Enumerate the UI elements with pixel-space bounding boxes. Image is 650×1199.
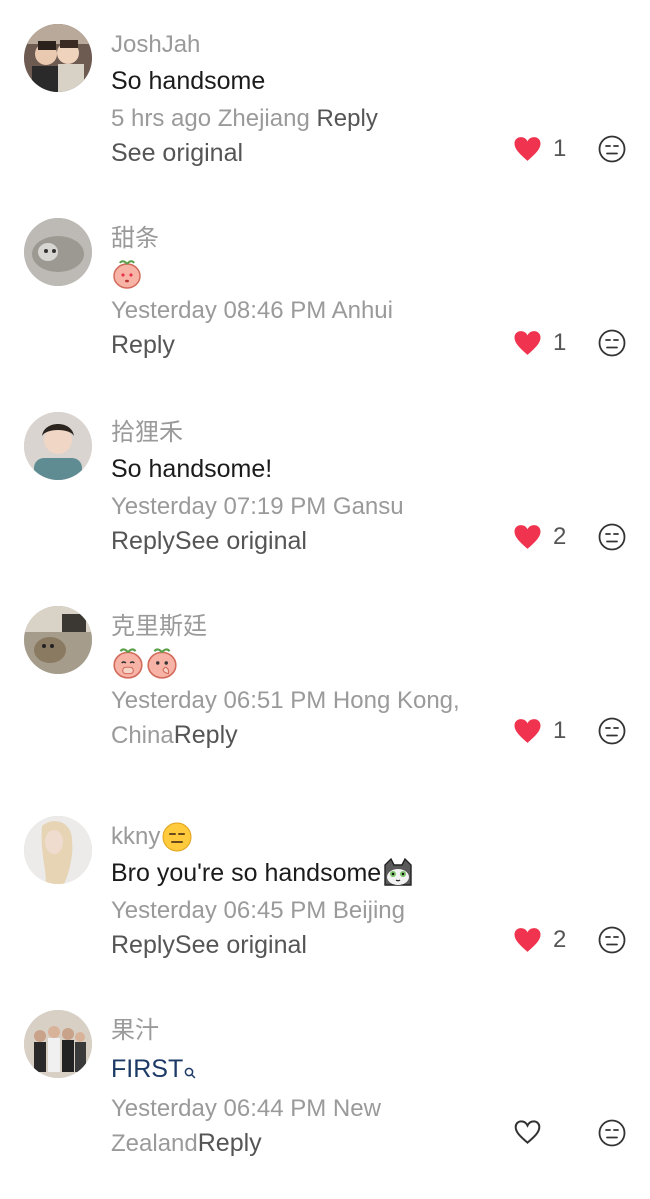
username[interactable]: 拾狸禾 xyxy=(111,418,496,448)
username[interactable]: kkny xyxy=(111,822,160,852)
timestamp-location: Yesterday 06:45 PM Beijing xyxy=(111,897,405,924)
comment-text xyxy=(111,646,496,680)
peach-sticker-icon xyxy=(111,258,143,290)
comment-text: So handsome xyxy=(111,67,266,95)
see-original-link[interactable]: See original xyxy=(111,139,243,167)
timestamp-location: Yesterday 07:19 PM Gansu xyxy=(111,493,404,520)
timestamp-location-cont: Zealand xyxy=(111,1130,198,1157)
like-count: 2 xyxy=(553,926,567,953)
meh-face-icon[interactable] xyxy=(598,135,626,163)
heart-icon xyxy=(513,136,542,162)
expressionless-emoji-icon xyxy=(162,822,192,852)
reply-button[interactable]: Reply xyxy=(111,331,175,359)
cat-sticker-icon xyxy=(381,857,415,889)
avatar[interactable] xyxy=(24,218,92,286)
peach-sticker-icon xyxy=(145,646,179,680)
meh-face-icon[interactable] xyxy=(598,523,626,551)
comment-text xyxy=(111,258,496,290)
search-icon[interactable] xyxy=(184,1054,196,1088)
like-button[interactable] xyxy=(513,1119,542,1145)
username[interactable]: JoshJah xyxy=(111,30,496,60)
username-row: kkny xyxy=(111,822,496,852)
username[interactable]: 甜条 xyxy=(111,224,496,254)
timestamp-location: Yesterday 06:51 PM Hong Kong, xyxy=(111,687,460,714)
comment-text: So handsome! xyxy=(111,455,273,483)
like-count: 1 xyxy=(553,329,567,356)
timestamp-location: 5 hrs ago Zhejiang xyxy=(111,105,310,132)
avatar[interactable] xyxy=(24,24,92,92)
like-button[interactable]: 2 xyxy=(513,926,566,954)
see-original-link[interactable]: See original xyxy=(175,931,307,959)
like-count: 1 xyxy=(553,135,567,162)
avatar[interactable] xyxy=(24,816,92,884)
timestamp-location: Yesterday 06:44 PM New xyxy=(111,1095,381,1122)
timestamp-location-cont: China xyxy=(111,722,174,749)
heart-icon xyxy=(513,524,542,550)
comment-text-row: Bro you're so handsome xyxy=(111,856,496,890)
meh-face-icon[interactable] xyxy=(598,926,626,954)
comment-text: Bro you're so handsome xyxy=(111,859,382,887)
heart-icon xyxy=(513,927,542,953)
username[interactable]: 果汁 xyxy=(111,1016,496,1046)
avatar[interactable] xyxy=(24,606,92,674)
meh-face-icon[interactable] xyxy=(598,717,626,745)
meh-face-icon[interactable] xyxy=(598,329,626,357)
like-count: 1 xyxy=(553,717,567,744)
like-button[interactable]: 1 xyxy=(513,135,566,163)
reply-button[interactable]: Reply xyxy=(111,931,175,959)
heart-outline-icon xyxy=(513,1119,542,1145)
peach-sticker-icon xyxy=(111,646,145,680)
heart-icon xyxy=(513,718,542,744)
like-button[interactable]: 2 xyxy=(513,523,566,551)
reply-button[interactable]: Reply xyxy=(174,721,238,749)
reply-button[interactable]: Reply xyxy=(316,105,377,132)
like-count: 2 xyxy=(553,523,567,550)
reply-button[interactable]: Reply xyxy=(198,1129,262,1157)
reply-button[interactable]: Reply xyxy=(111,527,175,555)
username[interactable]: 克里斯廷 xyxy=(111,612,496,642)
meh-face-icon[interactable] xyxy=(598,1119,626,1147)
avatar[interactable] xyxy=(24,1010,92,1078)
timestamp-location: Yesterday 08:46 PM Anhui xyxy=(111,297,393,324)
comment-text-row: FIRST xyxy=(111,1050,496,1088)
heart-icon xyxy=(513,330,542,356)
like-button[interactable]: 1 xyxy=(513,329,566,357)
avatar[interactable] xyxy=(24,412,92,480)
like-button[interactable]: 1 xyxy=(513,717,566,745)
see-original-link[interactable]: See original xyxy=(175,527,307,555)
comment-link-text[interactable]: FIRST xyxy=(111,1052,183,1086)
